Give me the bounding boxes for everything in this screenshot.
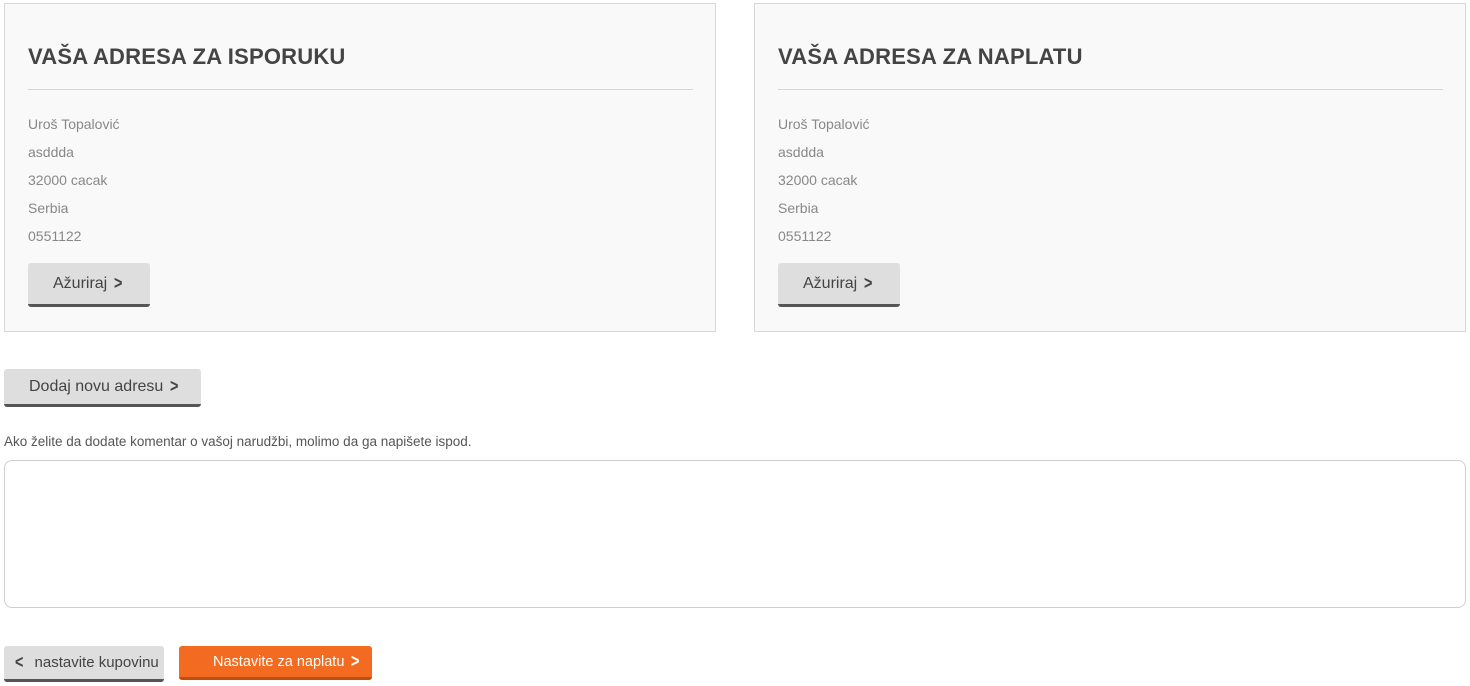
update-button-label: Ažuriraj — [53, 274, 108, 292]
address-name: Uroš Topalović — [778, 116, 870, 132]
chevron-right-icon: > — [351, 651, 360, 671]
chevron-right-icon: > — [170, 376, 179, 396]
address-phone: 0551122 — [778, 228, 832, 244]
update-billing-address-button[interactable]: Ažuriraj > — [778, 263, 900, 307]
address-country: Serbia — [778, 200, 819, 216]
delivery-address-title: VAŠA ADRESA ZA ISPORUKU — [28, 44, 346, 69]
continue-shopping-button[interactable]: < nastavite kupovinu — [4, 646, 164, 682]
add-address-label: Dodaj novu adresu — [29, 377, 164, 395]
divider — [28, 89, 693, 90]
address-country: Serbia — [28, 200, 69, 216]
update-button-label: Ažuriraj — [803, 274, 858, 292]
address-phone: 0551122 — [28, 228, 82, 244]
address-street: asddda — [778, 144, 824, 160]
chevron-right-icon: > — [864, 273, 873, 293]
continue-shopping-label: nastavite kupovinu — [34, 654, 159, 671]
billing-address-lines: Uroš Topalović asddda 32000 cacak Serbia… — [778, 110, 870, 250]
divider — [778, 89, 1443, 90]
billing-address-panel: VAŠA ADRESA ZA NAPLATU Uroš Topalović as… — [754, 3, 1466, 332]
delivery-address-lines: Uroš Topalović asddda 32000 cacak Serbia… — [28, 110, 120, 250]
comment-label: Ako želite da dodate komentar o vašoj na… — [4, 434, 472, 449]
address-name: Uroš Topalović — [28, 116, 120, 132]
address-city: 32000 cacak — [778, 172, 858, 188]
chevron-right-icon: > — [114, 273, 123, 293]
proceed-to-payment-label: Nastavite za naplatu — [213, 653, 345, 670]
add-new-address-button[interactable]: Dodaj novu adresu > — [4, 369, 201, 407]
delivery-address-panel: VAŠA ADRESA ZA ISPORUKU Uroš Topalović a… — [4, 3, 716, 332]
billing-address-title: VAŠA ADRESA ZA NAPLATU — [778, 44, 1083, 69]
update-delivery-address-button[interactable]: Ažuriraj > — [28, 263, 150, 307]
address-street: asddda — [28, 144, 74, 160]
address-city: 32000 cacak — [28, 172, 108, 188]
proceed-to-payment-button[interactable]: Nastavite za naplatu > — [179, 646, 372, 680]
order-comment-textarea[interactable] — [4, 460, 1466, 608]
chevron-left-icon: < — [15, 652, 24, 672]
